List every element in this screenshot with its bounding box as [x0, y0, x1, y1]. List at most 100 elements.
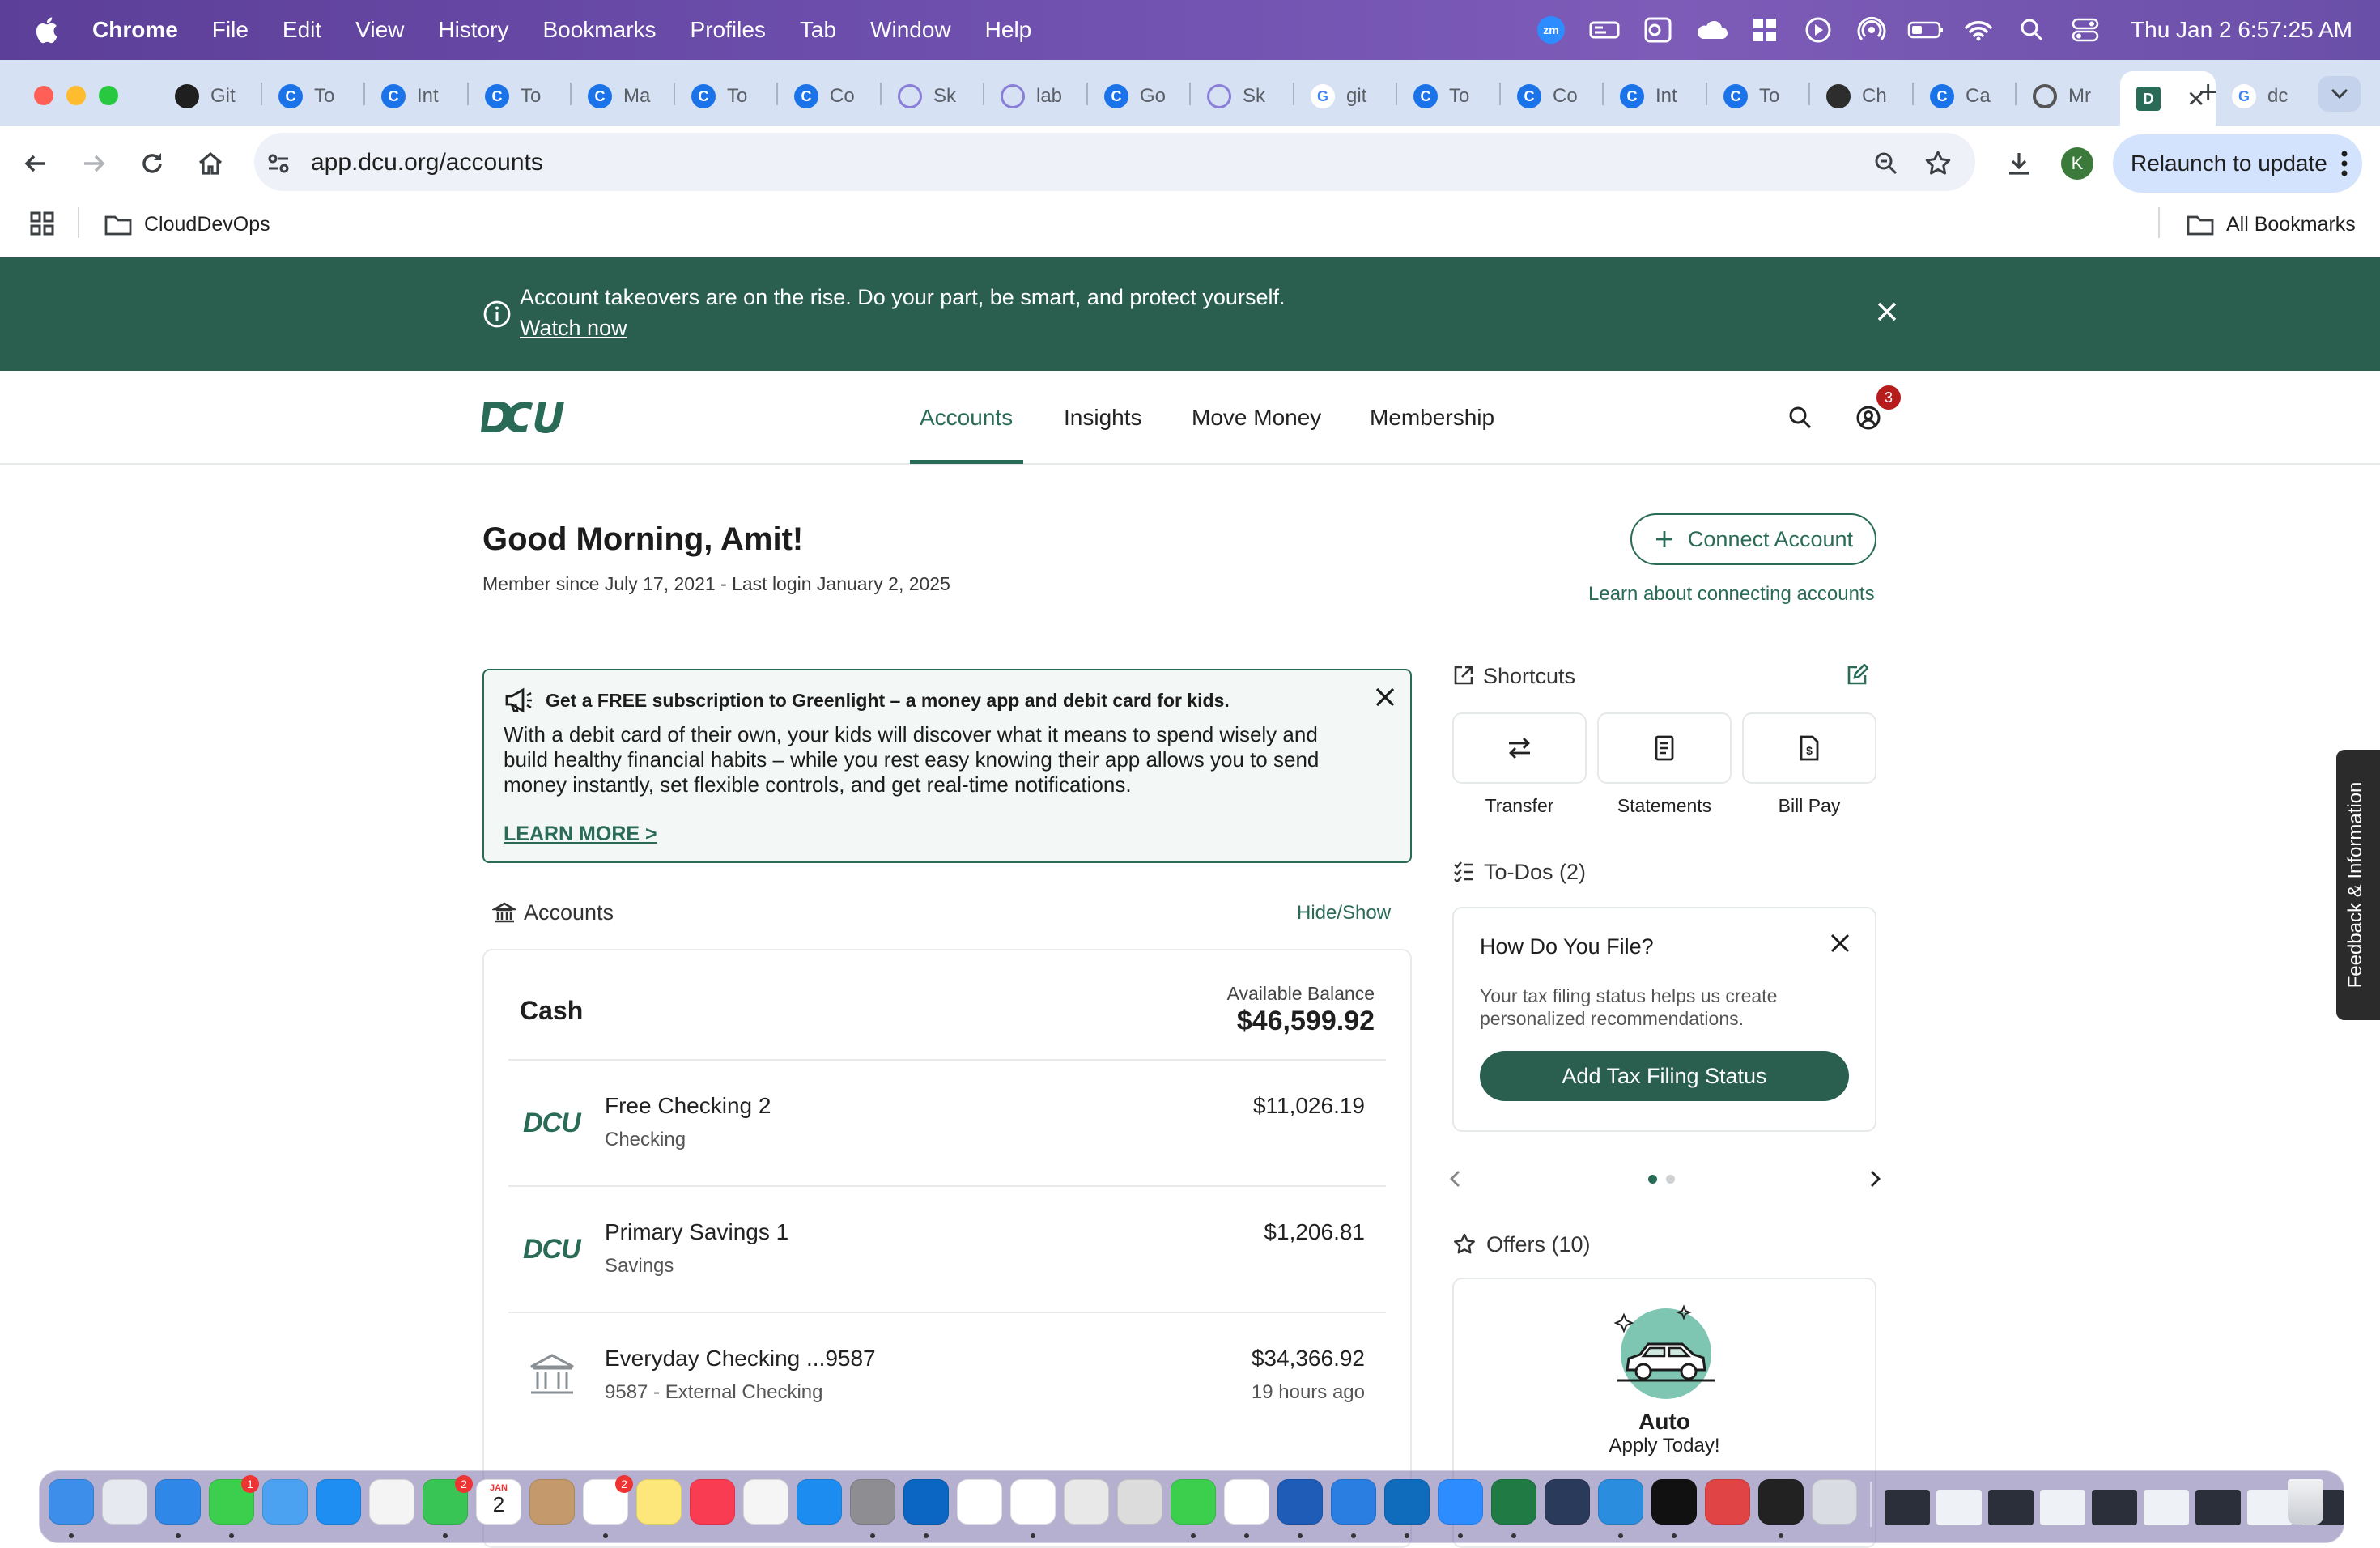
tab[interactable]: Gdc [2216, 76, 2300, 117]
url-text[interactable]: app.dcu.org/accounts [311, 149, 543, 176]
recent-file-thumbnail[interactable] [2040, 1490, 2085, 1525]
menu-app-name[interactable]: Chrome [92, 17, 178, 43]
reload-icon[interactable] [134, 146, 170, 181]
tab[interactable]: C To [469, 76, 572, 117]
photos-icon[interactable] [369, 1479, 414, 1525]
account-name[interactable]: Free Checking 2 [605, 1093, 771, 1119]
editor-icon[interactable] [1064, 1479, 1109, 1525]
apple-icon[interactable] [32, 15, 60, 45]
tab[interactable]: C Co [1501, 76, 1604, 117]
chatgpt-icon[interactable] [1010, 1479, 1056, 1525]
account-row[interactable] [508, 1189, 1386, 1310]
menu-history[interactable]: History [438, 17, 508, 43]
pycharm-icon[interactable] [1651, 1479, 1697, 1525]
notes-icon[interactable] [636, 1479, 682, 1525]
word-icon[interactable] [1277, 1479, 1323, 1525]
tab[interactable]: Sk [882, 76, 985, 117]
terminal-icon[interactable] [1758, 1479, 1804, 1525]
linkedin-icon[interactable] [903, 1479, 949, 1525]
minimize-window-button[interactable] [66, 86, 86, 105]
outlook-icon[interactable] [1384, 1479, 1430, 1525]
profile-avatar[interactable]: K [2061, 147, 2093, 180]
account-name[interactable]: Everyday Checking ...9587 [605, 1346, 876, 1372]
battery-icon[interactable] [1907, 12, 1944, 48]
tab[interactable]: C Int [365, 76, 469, 117]
remote-icon[interactable] [1705, 1479, 1750, 1525]
close-alert-icon[interactable] [1875, 300, 1899, 328]
recent-file-thumbnail[interactable] [1936, 1490, 1982, 1525]
app-store-2-icon[interactable] [797, 1479, 842, 1525]
downloads-icon[interactable] [2001, 146, 2037, 181]
tab[interactable]: C Co [778, 76, 882, 117]
contacts-icon[interactable] [529, 1479, 575, 1525]
menu-bookmarks[interactable]: Bookmarks [542, 17, 656, 43]
apps-grid-icon[interactable] [29, 211, 55, 240]
zoom-icon[interactable] [1438, 1479, 1483, 1525]
tab[interactable]: lab [984, 76, 1088, 117]
hide-show-button[interactable]: Hide/Show [1297, 902, 1391, 925]
zoom-page-icon[interactable] [1868, 146, 1904, 181]
account-row[interactable] [508, 1062, 1386, 1184]
menu-help[interactable]: Help [985, 17, 1032, 43]
tab[interactable]: Ch [1810, 76, 1914, 117]
menu-clock[interactable]: Thu Jan 2 6:57:25 AM [2131, 17, 2352, 43]
windows-app-icon[interactable] [1331, 1479, 1376, 1525]
nav-insights[interactable]: Insights [1064, 405, 1142, 431]
close-window-button[interactable] [34, 86, 53, 105]
cloud-status-icon[interactable] [1694, 12, 1729, 48]
excel-icon[interactable] [1491, 1479, 1536, 1525]
tab[interactable]: Mr [2017, 76, 2120, 117]
add-tax-filing-status-button[interactable]: Add Tax Filing Status [1480, 1051, 1849, 1101]
relaunch-to-update-button[interactable]: Relaunch to update [2113, 134, 2362, 193]
search-icon[interactable] [1787, 405, 1813, 435]
watch-now-link[interactable]: Watch now [520, 316, 627, 341]
account-row[interactable] [508, 1315, 1386, 1436]
forward-arrow-icon[interactable] [76, 146, 112, 181]
transfer-shortcut[interactable] [1452, 712, 1587, 784]
profile-icon[interactable] [1855, 405, 1881, 435]
carousel-dot[interactable] [1666, 1175, 1675, 1184]
nav-membership[interactable]: Membership [1370, 405, 1494, 431]
chrome-icon[interactable] [1224, 1479, 1269, 1525]
tab[interactable]: C To [675, 76, 779, 117]
tab[interactable]: C Int [1604, 76, 1707, 117]
news-icon[interactable] [743, 1479, 788, 1525]
tab[interactable]: C Ma [572, 76, 675, 117]
carousel-dot-active[interactable] [1648, 1175, 1657, 1184]
close-promo-icon[interactable] [1375, 687, 1396, 712]
bookmark-star-icon[interactable] [1920, 146, 1956, 181]
close-todo-icon[interactable] [1830, 933, 1851, 958]
tab[interactable]: C Go [1088, 76, 1192, 117]
home-icon[interactable] [193, 146, 228, 181]
youtube-icon[interactable] [957, 1479, 1002, 1525]
system-settings-icon[interactable] [850, 1479, 895, 1525]
app-store-icon[interactable] [316, 1479, 361, 1525]
tab[interactable]: Sk [1191, 76, 1294, 117]
control-center-icon[interactable] [2068, 12, 2103, 48]
safari-icon[interactable] [155, 1479, 201, 1525]
tab[interactable]: Ggit [1294, 76, 1398, 117]
finder-icon[interactable] [49, 1479, 94, 1525]
zoom-status-icon[interactable]: zm [1533, 12, 1569, 48]
learn-more-link[interactable]: LEARN MORE > [504, 823, 657, 846]
whatsapp-icon[interactable] [1171, 1479, 1216, 1525]
outlook-status-icon[interactable] [1640, 12, 1676, 48]
chevron-left-icon[interactable] [1447, 1169, 1464, 1193]
account-name[interactable]: Primary Savings 1 [605, 1219, 788, 1245]
menu-tab[interactable]: Tab [800, 17, 836, 43]
tab[interactable]: C Ca [1914, 76, 2017, 117]
airdrop-status-icon[interactable] [1854, 12, 1889, 48]
windows-status-icon[interactable] [1747, 12, 1783, 48]
wifi-icon[interactable] [1961, 12, 1996, 48]
preview-icon[interactable] [1812, 1479, 1857, 1525]
tab[interactable]: Git [159, 76, 262, 117]
nav-accounts[interactable]: Accounts [920, 405, 1013, 431]
vpn-icon[interactable] [1545, 1479, 1590, 1525]
back-arrow-icon[interactable] [18, 146, 53, 181]
drive-status-icon[interactable] [1587, 12, 1622, 48]
mail-icon[interactable] [262, 1479, 308, 1525]
menu-view[interactable]: View [355, 17, 404, 43]
tab[interactable]: C To [262, 76, 366, 117]
menu-edit[interactable]: Edit [283, 17, 321, 43]
learn-connecting-link[interactable]: Learn about connecting accounts [1588, 583, 1875, 606]
